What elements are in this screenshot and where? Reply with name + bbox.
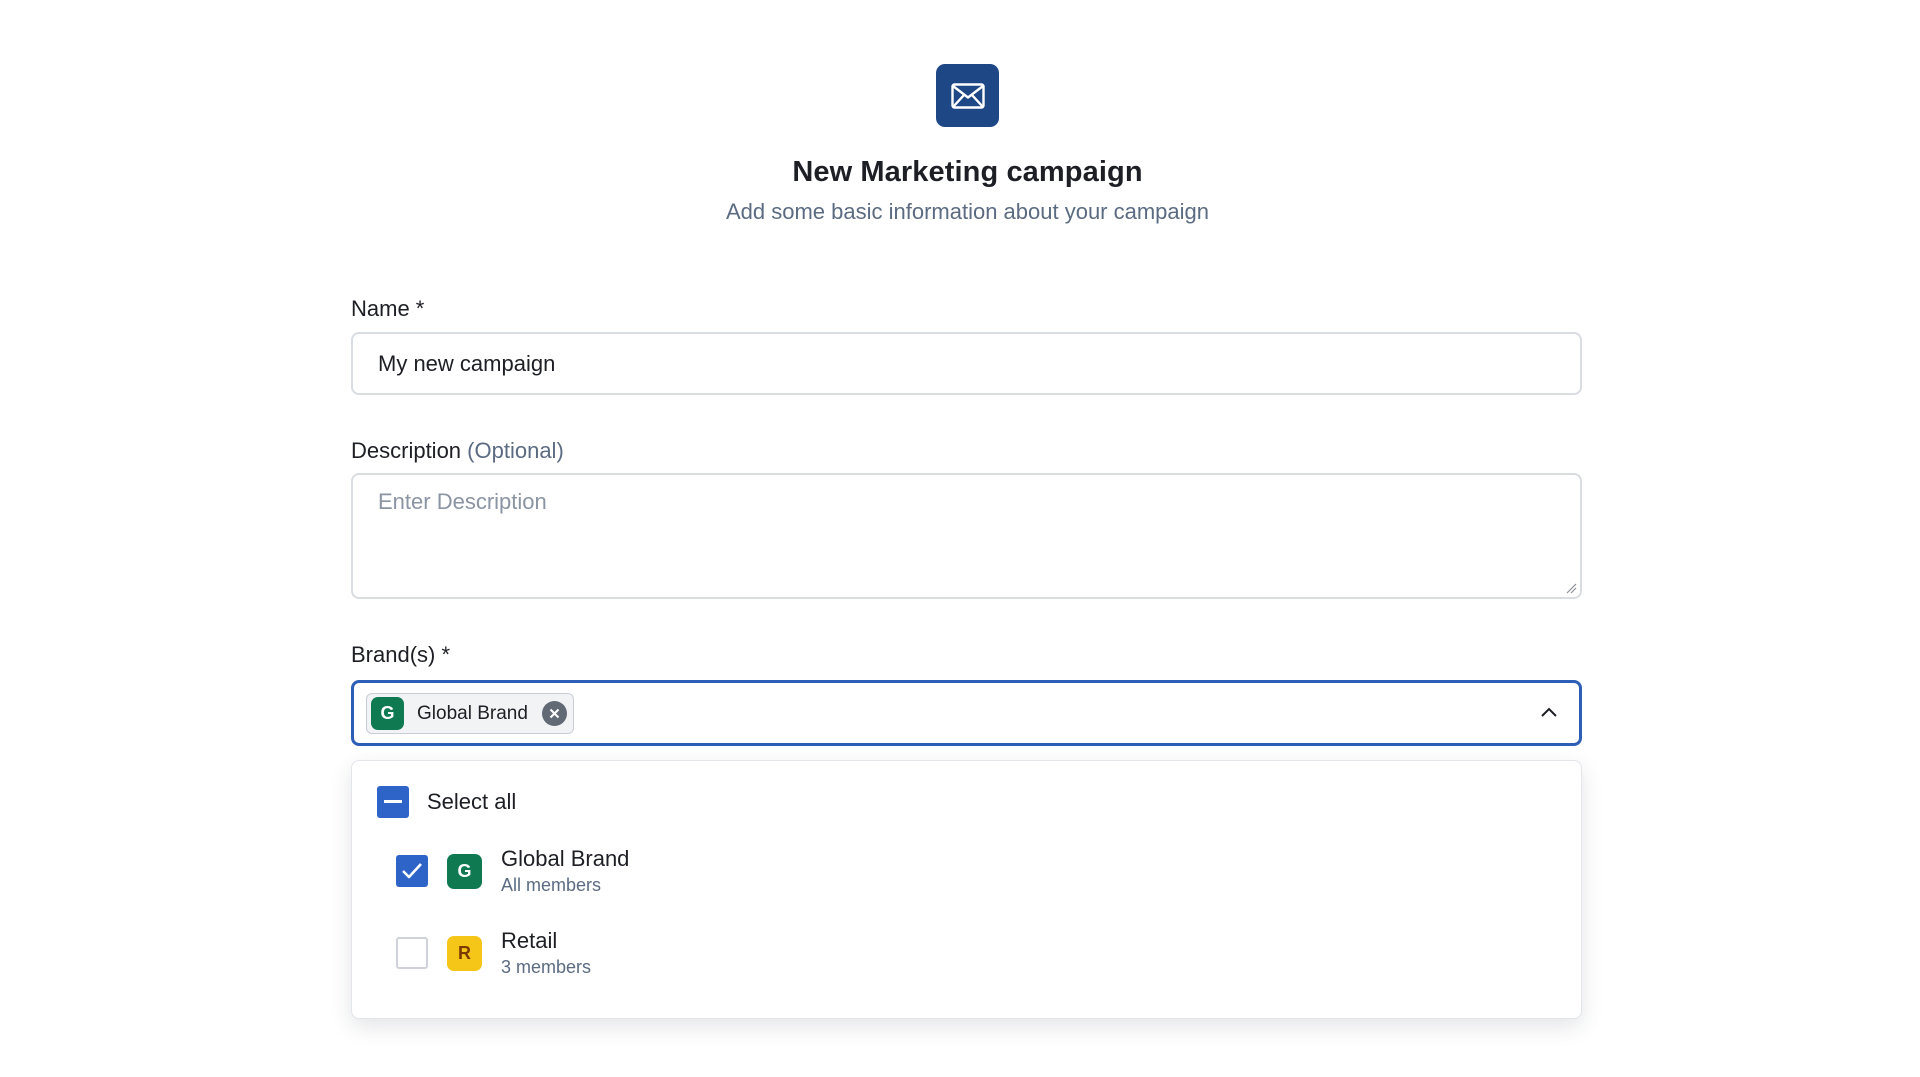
- select-all-checkbox[interactable]: [377, 786, 409, 818]
- retail-avatar: R: [447, 935, 482, 971]
- optional-hint: (Optional): [467, 438, 564, 463]
- page-title: New Marketing campaign: [792, 156, 1143, 188]
- check-icon: [402, 863, 422, 879]
- global-brand-checkbox[interactable]: [396, 855, 428, 887]
- description-label-text: Description: [351, 438, 462, 463]
- brands-label: Brand(s) *: [351, 642, 451, 667]
- selected-brand-chip: G Global Brand: [366, 693, 574, 734]
- retail-checkbox[interactable]: [396, 937, 428, 969]
- mail-icon: [936, 64, 999, 127]
- description-placeholder: Enter Description: [378, 489, 547, 514]
- option-name: Global Brand: [501, 846, 630, 871]
- global-brand-avatar: G: [447, 853, 482, 889]
- option-name: Retail: [501, 928, 558, 953]
- chip-label: Global Brand: [417, 702, 528, 724]
- remove-chip-icon[interactable]: [541, 701, 567, 726]
- option-subtitle: All members: [501, 875, 602, 895]
- chevron-up-icon[interactable]: [1537, 701, 1561, 725]
- name-input[interactable]: My new campaign: [351, 332, 1582, 395]
- brand-option-retail[interactable]: R Retail 3 members: [396, 927, 591, 979]
- brand-option-global[interactable]: G Global Brand All members: [396, 845, 629, 897]
- option-subtitle: 3 members: [501, 957, 592, 977]
- chip-avatar: G: [371, 697, 404, 730]
- brands-dropdown: Select all G Global Brand All members R …: [351, 760, 1582, 1019]
- brands-select[interactable]: G Global Brand: [351, 680, 1582, 746]
- select-all-option[interactable]: Select all: [377, 786, 516, 818]
- page-subtitle: Add some basic information about your ca…: [725, 199, 1210, 224]
- resize-handle-icon[interactable]: [1565, 582, 1577, 594]
- name-label: Name *: [351, 296, 425, 321]
- select-all-label: Select all: [427, 789, 517, 814]
- description-label: Description (Optional): [351, 438, 564, 464]
- minus-icon: [384, 800, 402, 803]
- campaign-form-page: New Marketing campaign Add some basic in…: [0, 0, 1920, 1077]
- description-textarea[interactable]: Enter Description: [351, 473, 1582, 599]
